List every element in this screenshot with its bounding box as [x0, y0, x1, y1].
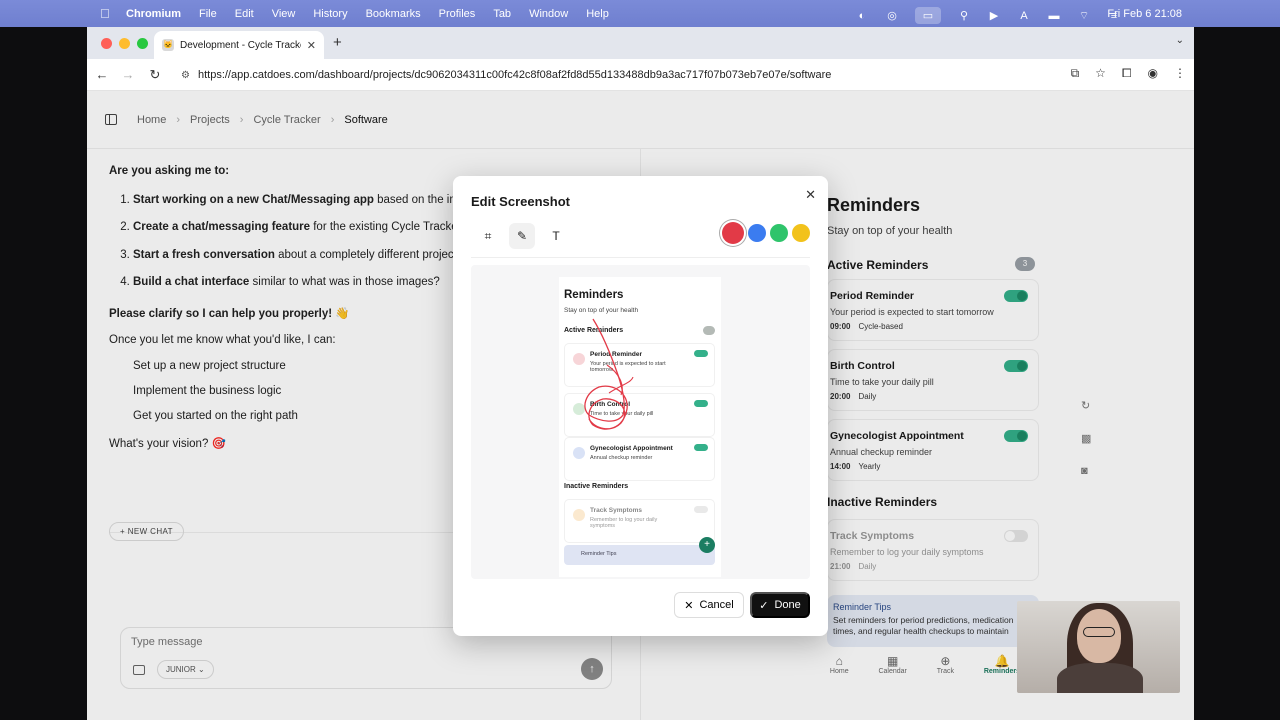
close-window-button[interactable] — [101, 38, 112, 49]
menu-file[interactable]: File — [199, 8, 217, 20]
color-swatch-green[interactable] — [770, 224, 788, 242]
window-controls — [101, 38, 148, 49]
tab-title: Development - Cycle Tracker — [180, 39, 301, 51]
toolbar-actions: ⧉ ☆ ⧠ ◉ ⋮ — [1071, 66, 1186, 81]
webcam-overlay — [1017, 601, 1180, 693]
red-pen-annotation — [584, 318, 634, 430]
cat-favicon-icon: 🐱 — [162, 39, 174, 51]
status-icon-2[interactable]: ◎ — [885, 10, 899, 22]
modal-divider — [471, 257, 810, 258]
x-icon: ✕ — [684, 599, 694, 612]
profile-icon[interactable]: ◉ — [1148, 66, 1158, 81]
edit-screenshot-modal: Edit Screenshot ✕ ⌗ ✎ T Reminders Stay o… — [453, 176, 828, 636]
pencil-icon[interactable]: ✎ — [509, 223, 535, 249]
color-palette — [722, 222, 810, 244]
address-bar[interactable]: ⚙ https://app.catdoes.com/dashboard/proj… — [173, 62, 1053, 88]
color-swatch-yellow[interactable] — [792, 224, 810, 242]
menu-history[interactable]: History — [313, 8, 347, 20]
modal-title: Edit Screenshot — [471, 194, 570, 209]
close-icon[interactable]: ✕ — [805, 187, 816, 203]
menu-bookmarks[interactable]: Bookmarks — [366, 8, 421, 20]
menu-profiles[interactable]: Profiles — [439, 8, 476, 20]
menu-edit[interactable]: Edit — [235, 8, 254, 20]
url-text: https://app.catdoes.com/dashboard/projec… — [197, 69, 832, 81]
tab-search-icon[interactable]: ⌄ — [1176, 35, 1184, 46]
color-swatch-red[interactable] — [722, 222, 744, 244]
webcam-body — [1057, 663, 1143, 693]
menu-window[interactable]: Window — [529, 8, 568, 20]
close-tab-icon[interactable]: ✕ — [307, 39, 316, 52]
glasses-icon — [1083, 627, 1115, 637]
browser-tab[interactable]: 🐱 Development - Cycle Tracker ✕ — [154, 31, 324, 59]
install-icon[interactable]: ⧉ — [1071, 66, 1080, 81]
status-icon-1[interactable]: ◐ — [855, 10, 869, 22]
wifi-icon[interactable]: ⌔ — [1077, 10, 1091, 22]
done-button[interactable]: ✓ Done — [750, 592, 810, 618]
screenshot-canvas[interactable]: Reminders Stay on top of your health Act… — [471, 265, 810, 579]
menu-app-name[interactable]: Chromium — [126, 8, 181, 20]
menubar-clock[interactable]: Fri Feb 6 21:08 — [1107, 8, 1182, 20]
reload-icon[interactable]: ↻ — [144, 67, 166, 83]
text-icon[interactable]: T — [543, 223, 569, 249]
input-source-icon[interactable]: A — [1017, 10, 1031, 22]
menu-view[interactable]: View — [272, 8, 296, 20]
minimize-window-button[interactable] — [119, 38, 130, 49]
cancel-button[interactable]: ✕ Cancel — [674, 592, 744, 618]
extensions-icon[interactable]: ⧠ — [1122, 66, 1132, 81]
check-icon: ✓ — [759, 599, 769, 612]
apple-icon[interactable]:  — [100, 6, 114, 21]
edit-tools: ⌗ ✎ T — [475, 223, 569, 249]
screen-share-icon[interactable]: ▭ — [915, 7, 941, 24]
status-icon-3[interactable]: ⚲ — [957, 10, 971, 22]
tab-bar: 🐱 Development - Cycle Tracker ✕ + ⌄ — [87, 27, 1194, 59]
more-menu-icon[interactable]: ⋮ — [1174, 66, 1186, 81]
zoom-window-button[interactable] — [137, 38, 148, 49]
browser-toolbar: ← → ↻ ⚙ https://app.catdoes.com/dashboar… — [87, 59, 1194, 91]
crop-icon[interactable]: ⌗ — [475, 223, 501, 249]
site-info-icon[interactable]: ⚙ — [181, 70, 190, 81]
color-swatch-blue[interactable] — [748, 224, 766, 242]
bookmark-star-icon[interactable]: ☆ — [1095, 66, 1106, 81]
menu-tab[interactable]: Tab — [493, 8, 511, 20]
forward-icon[interactable]: → — [117, 67, 139, 82]
menu-help[interactable]: Help — [586, 8, 609, 20]
battery-icon[interactable]: ▬ — [1047, 10, 1061, 22]
back-icon[interactable]: ← — [91, 67, 113, 82]
macos-menubar:  Chromium File Edit View History Bookma… — [0, 0, 1280, 27]
play-icon[interactable]: ▶ — [987, 10, 1001, 22]
new-tab-button[interactable]: + — [333, 34, 342, 51]
